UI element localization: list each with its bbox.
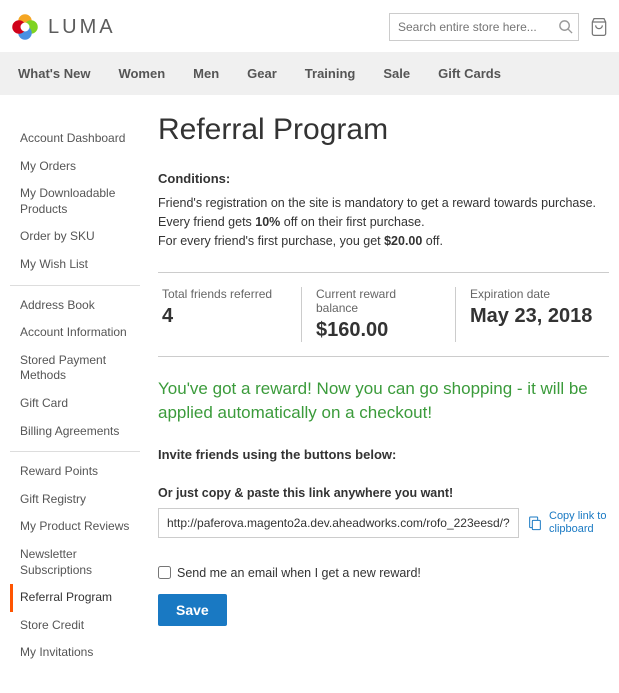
referral-url-input[interactable]: [158, 508, 519, 538]
stat-block: Total friends referred 4: [158, 287, 302, 342]
conditions-body: Friend's registration on the site is man…: [158, 194, 609, 250]
copy-link-label: Or just copy & paste this link anywhere …: [158, 486, 609, 500]
nav-women[interactable]: Women: [104, 52, 179, 95]
nav-training[interactable]: Training: [291, 52, 370, 95]
sidebar-item-account-dashboard[interactable]: Account Dashboard: [10, 125, 140, 153]
email-reward-label: Send me an email when I get a new reward…: [177, 566, 421, 580]
sidebar-item-order-by-sku[interactable]: Order by SKU: [10, 223, 140, 251]
stat-block: Expiration date May 23, 2018: [456, 287, 609, 342]
invite-heading: Invite friends using the buttons below:: [158, 447, 609, 462]
brand-logo[interactable]: LUMA: [10, 12, 116, 42]
conditions-line: Every friend gets 10% off on their first…: [158, 213, 609, 232]
conditions-heading: Conditions:: [158, 171, 609, 186]
top-nav: What's NewWomenMenGearTrainingSaleGift C…: [0, 52, 619, 95]
brand-name: LUMA: [48, 16, 116, 39]
email-reward-checkbox[interactable]: [158, 566, 171, 579]
referral-link-row: Copy link to clipboard: [158, 508, 609, 538]
stat-label: Expiration date: [470, 287, 595, 301]
sidebar-item-store-credit[interactable]: Store Credit: [10, 612, 140, 640]
sidebar-item-stored-payment-methods[interactable]: Stored Payment Methods: [10, 347, 140, 390]
nav-what-s-new[interactable]: What's New: [4, 52, 104, 95]
search-input[interactable]: [389, 13, 579, 41]
stat-value: 4: [162, 305, 287, 328]
stat-label: Total friends referred: [162, 287, 287, 301]
cart-icon[interactable]: [589, 17, 609, 37]
sidebar-item-billing-agreements[interactable]: Billing Agreements: [10, 418, 140, 446]
email-reward-row[interactable]: Send me an email when I get a new reward…: [158, 566, 609, 580]
sidebar-item-referral-program[interactable]: Referral Program: [10, 584, 140, 612]
copy-icon: [527, 514, 543, 532]
sidebar-item-my-product-reviews[interactable]: My Product Reviews: [10, 513, 140, 541]
main-content: Referral Program Conditions: Friend's re…: [140, 113, 609, 673]
stat-block: Current reward balance $160.00: [302, 287, 456, 342]
sidebar-item-my-orders[interactable]: My Orders: [10, 153, 140, 181]
sidebar-item-my-invitations[interactable]: My Invitations: [10, 639, 140, 667]
sidebar-item-my-wish-list[interactable]: My Wish List: [10, 251, 140, 279]
reward-message: You've got a reward! Now you can go shop…: [158, 377, 609, 425]
copy-link-button[interactable]: Copy link to clipboard: [527, 510, 609, 536]
sidebar-item-address-book[interactable]: Address Book: [10, 292, 140, 320]
stat-value: May 23, 2018: [470, 305, 595, 328]
save-button[interactable]: Save: [158, 594, 227, 626]
sidebar-item-gift-registry[interactable]: Gift Registry: [10, 486, 140, 514]
sidebar-item-gift-card[interactable]: Gift Card: [10, 390, 140, 418]
search-box: [389, 13, 579, 41]
nav-sale[interactable]: Sale: [369, 52, 424, 95]
account-sidebar: Account DashboardMy OrdersMy Downloadabl…: [10, 113, 140, 673]
page-title: Referral Program: [158, 113, 609, 147]
conditions-line: Friend's registration on the site is man…: [158, 194, 609, 213]
stat-label: Current reward balance: [316, 287, 441, 315]
sidebar-item-reward-points[interactable]: Reward Points: [10, 458, 140, 486]
nav-gear[interactable]: Gear: [233, 52, 291, 95]
stat-value: $160.00: [316, 319, 441, 342]
conditions-line: For every friend's first purchase, you g…: [158, 232, 609, 251]
stats-row: Total friends referred 4 Current reward ba…: [158, 272, 609, 357]
copy-link-text: Copy link to clipboard: [549, 510, 609, 536]
nav-gift-cards[interactable]: Gift Cards: [424, 52, 515, 95]
luma-logo-icon: [10, 12, 40, 42]
sidebar-item-newsletter-subscriptions[interactable]: Newsletter Subscriptions: [10, 541, 140, 584]
search-icon[interactable]: [558, 19, 573, 34]
sidebar-item-account-information[interactable]: Account Information: [10, 319, 140, 347]
nav-men[interactable]: Men: [179, 52, 233, 95]
sidebar-item-my-downloadable-products[interactable]: My Downloadable Products: [10, 180, 140, 223]
